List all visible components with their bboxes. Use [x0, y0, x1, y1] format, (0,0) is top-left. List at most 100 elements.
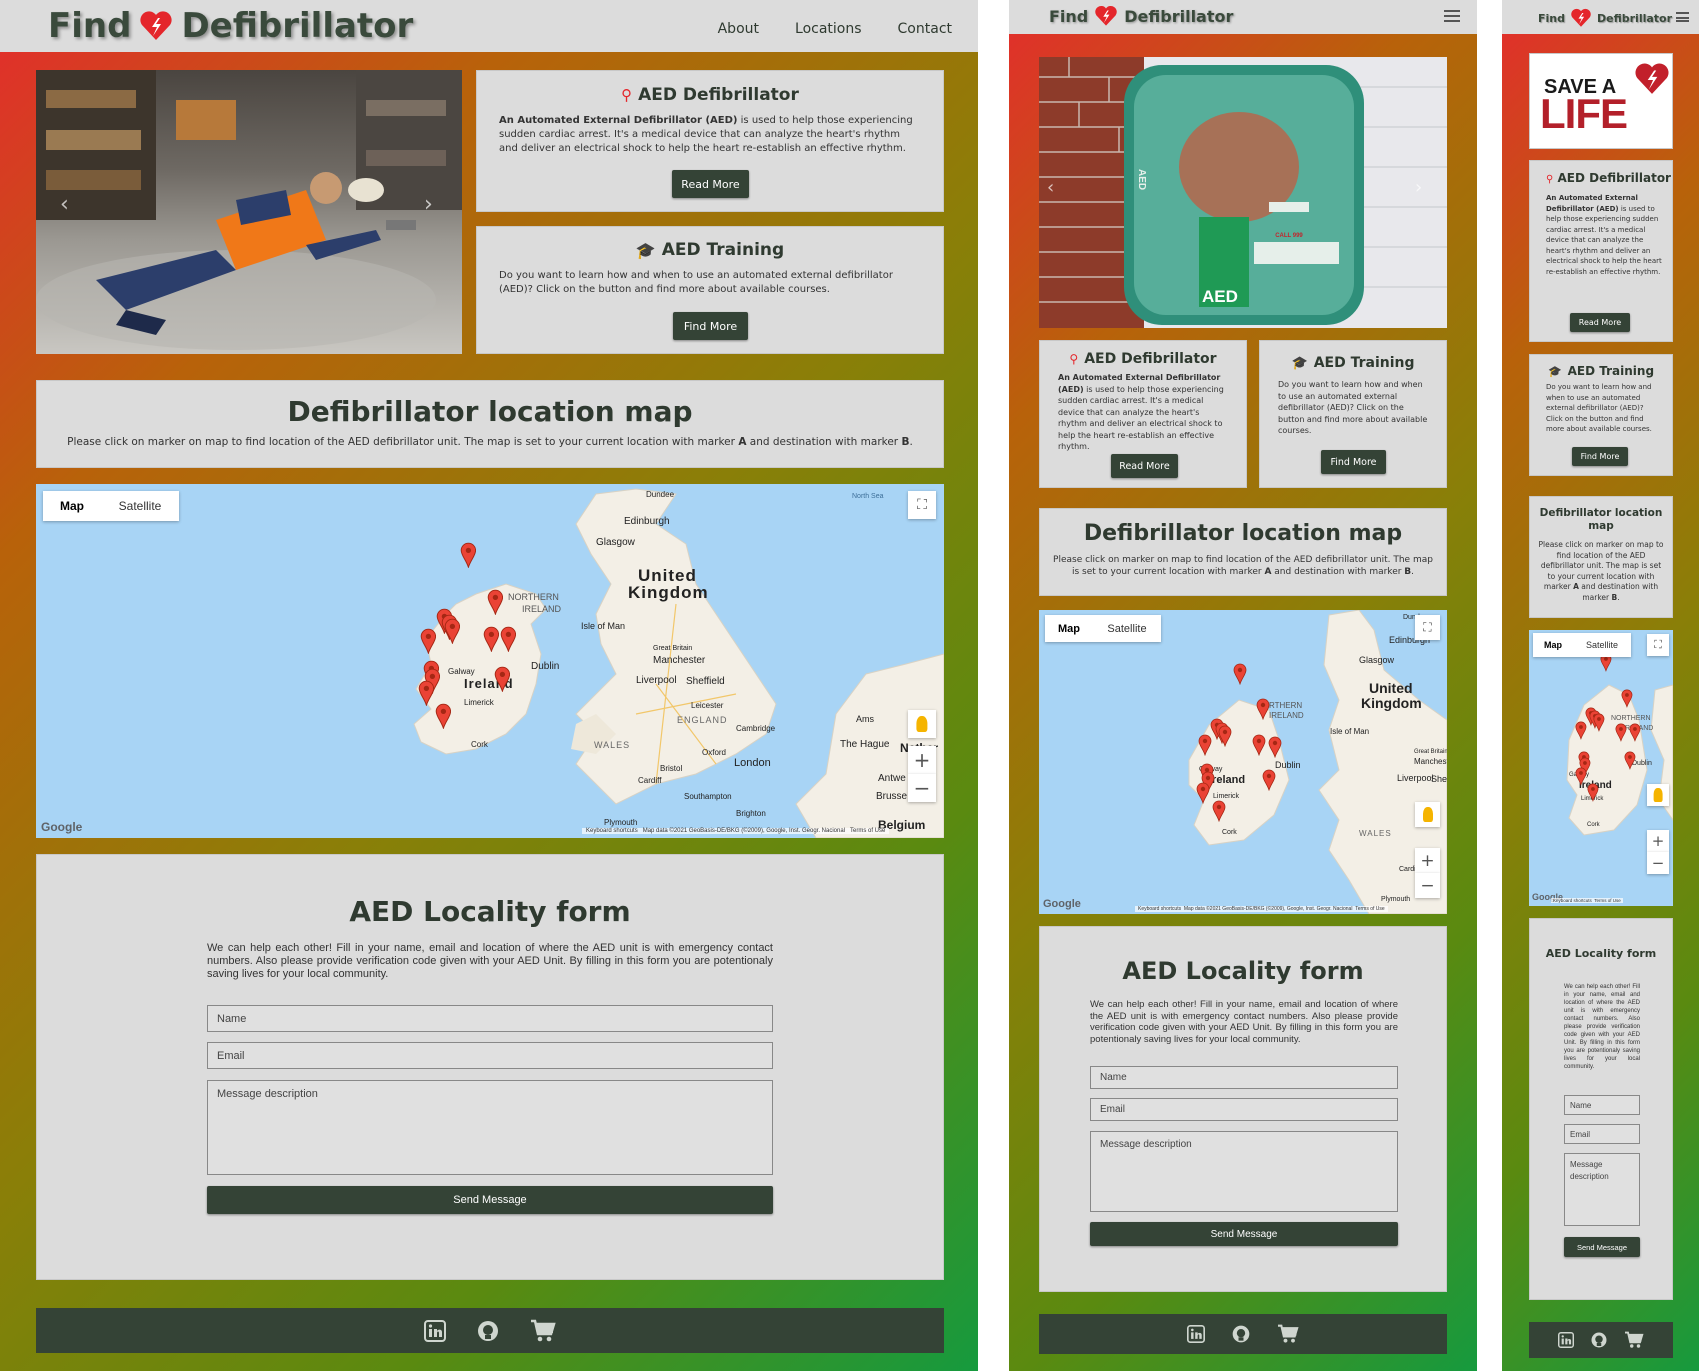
name-input[interactable]: Name: [1090, 1066, 1398, 1089]
linkedin-icon[interactable]: [424, 1319, 446, 1342]
map-type-map-button[interactable]: Map: [43, 491, 101, 521]
map-marker-pin-icon[interactable]: [420, 628, 437, 655]
map-marker-pin-icon[interactable]: [1198, 734, 1212, 757]
fullscreen-icon[interactable]: ⛶: [1647, 634, 1669, 656]
brand-logo[interactable]: Find Defibrillator: [1538, 8, 1672, 28]
message-textarea[interactable]: Message description: [1090, 1131, 1398, 1212]
map-marker-pin-icon[interactable]: [435, 703, 452, 730]
send-message-button[interactable]: Send Message: [1564, 1237, 1640, 1257]
google-map[interactable]: North Sea Dundee Edinburgh Glasgow Unite…: [36, 484, 944, 838]
map-marker-pin-icon[interactable]: [1268, 736, 1282, 759]
zoom-out-button[interactable]: −: [1647, 852, 1669, 874]
keyboard-shortcuts-link[interactable]: Keyboard shortcuts: [1553, 898, 1592, 903]
map-type-satellite-button[interactable]: Satellite: [1573, 633, 1631, 657]
map-marker-pin-icon[interactable]: [1615, 723, 1627, 743]
training-card-text: Do you want to learn how and when to use…: [1546, 383, 1652, 433]
map-marker-pin-icon[interactable]: [1587, 783, 1599, 803]
map-marker-pin-icon[interactable]: [1629, 723, 1641, 743]
map-marker-pin-icon[interactable]: [1218, 725, 1232, 748]
map-marker-pin-icon[interactable]: [494, 666, 511, 693]
map-marker-pin-icon[interactable]: [500, 626, 517, 653]
map-attribution: Keyboard shortcuts Map data ©2021 GeoBas…: [582, 828, 890, 834]
map-marker-pin-icon[interactable]: [483, 626, 500, 653]
email-input[interactable]: Email: [207, 1042, 773, 1069]
map-marker-pin-icon[interactable]: [1252, 734, 1266, 757]
name-input[interactable]: Name: [1564, 1095, 1640, 1115]
email-input[interactable]: Email: [1564, 1124, 1640, 1144]
map-type-satellite-button[interactable]: Satellite: [1093, 615, 1161, 642]
find-more-button[interactable]: Find More: [673, 312, 748, 340]
map-marker-pin-icon[interactable]: [1593, 713, 1605, 733]
terms-link[interactable]: Terms of Use: [1594, 898, 1621, 903]
map-marker-pin-icon[interactable]: [1575, 767, 1587, 787]
read-more-button[interactable]: Read More: [672, 170, 749, 198]
carousel-prev-icon[interactable]: ‹: [1047, 177, 1054, 198]
map-marker-pin-icon[interactable]: [1621, 689, 1633, 709]
map-type-satellite-button[interactable]: Satellite: [101, 491, 179, 521]
terms-link[interactable]: Terms of Use: [850, 828, 885, 834]
shopping-cart-icon[interactable]: [530, 1319, 556, 1343]
map-marker-pin-icon[interactable]: [1233, 663, 1247, 686]
training-card: 🎓 AED Training Do you want to learn how …: [476, 226, 944, 354]
map-marker-pin-icon[interactable]: [1212, 800, 1226, 823]
map-type-map-button[interactable]: Map: [1045, 615, 1093, 642]
map-marker-pin-icon[interactable]: [1262, 769, 1276, 792]
github-icon[interactable]: [476, 1319, 500, 1343]
map-marker-pin-icon[interactable]: [460, 542, 477, 569]
carousel-prev-icon[interactable]: ‹: [60, 192, 69, 217]
fullscreen-icon[interactable]: ⛶: [908, 491, 936, 519]
find-more-button[interactable]: Find More: [1572, 447, 1628, 466]
map-section-text: Please click on marker on map to find lo…: [1053, 555, 1433, 577]
zoom-out-button[interactable]: −: [1415, 873, 1440, 898]
carousel-image-aed-cabinet[interactable]: AED AED CALL 999 ‹ ›: [1039, 57, 1447, 328]
send-message-button[interactable]: Send Message: [207, 1186, 773, 1214]
nav-about[interactable]: About: [718, 21, 759, 37]
google-map[interactable]: Dundee Edinburgh Glasgow United Kingdom …: [1039, 610, 1447, 914]
keyboard-shortcuts-link[interactable]: Keyboard shortcuts: [586, 828, 638, 834]
fullscreen-icon[interactable]: ⛶: [1415, 615, 1440, 640]
shopping-cart-icon[interactable]: [1624, 1331, 1644, 1349]
nav-contact[interactable]: Contact: [898, 21, 952, 37]
shopping-cart-icon[interactable]: [1277, 1324, 1299, 1344]
carousel-next-icon[interactable]: ›: [424, 192, 433, 217]
hamburger-menu-icon[interactable]: [1444, 10, 1460, 22]
name-input[interactable]: Name: [207, 1005, 773, 1032]
nav-locations[interactable]: Locations: [795, 21, 862, 37]
mobile-screen: Find Defibrillator SAVE A LIFE ⚲ AED Def…: [1502, 0, 1699, 1371]
map-marker-pin-icon[interactable]: [1624, 751, 1636, 771]
send-message-button[interactable]: Send Message: [1090, 1222, 1398, 1246]
map-type-map-button[interactable]: Map: [1533, 633, 1573, 657]
message-textarea[interactable]: Message description: [207, 1080, 773, 1175]
carousel-image-worker[interactable]: ‹ ›: [36, 70, 462, 354]
aed-side-label: AED: [1136, 169, 1147, 191]
linkedin-icon[interactable]: [1558, 1332, 1574, 1348]
map-marker-pin-icon[interactable]: [444, 618, 461, 645]
brand-logo[interactable]: Find Defibrillator: [1049, 5, 1233, 27]
street-view-pegman-icon[interactable]: [908, 710, 936, 738]
keyboard-shortcuts-link[interactable]: Keyboard shortcuts: [1138, 906, 1181, 912]
map-marker-pin-icon[interactable]: [1575, 721, 1587, 741]
zoom-out-button[interactable]: −: [908, 774, 936, 802]
map-marker-pin-icon[interactable]: [1196, 782, 1210, 805]
email-input[interactable]: Email: [1090, 1098, 1398, 1121]
map-marker-pin-icon[interactable]: [418, 680, 435, 707]
carousel-next-icon[interactable]: ›: [1415, 177, 1422, 198]
street-view-pegman-icon[interactable]: [1647, 784, 1669, 806]
find-more-button[interactable]: Find More: [1321, 450, 1386, 474]
zoom-in-button[interactable]: +: [1647, 830, 1669, 852]
zoom-in-button[interactable]: +: [1415, 848, 1440, 873]
message-textarea[interactable]: Message description: [1564, 1153, 1640, 1226]
map-marker-pin-icon[interactable]: [1256, 698, 1270, 721]
brand-logo[interactable]: Find Defibrillator: [48, 6, 413, 46]
street-view-pegman-icon[interactable]: [1415, 802, 1440, 827]
terms-link[interactable]: Terms of Use: [1355, 906, 1384, 912]
read-more-button[interactable]: Read More: [1570, 313, 1630, 332]
google-map[interactable]: NORTHERN IRELAND Galway Ireland Dublin L…: [1529, 630, 1673, 906]
read-more-button[interactable]: Read More: [1111, 454, 1178, 478]
github-icon[interactable]: [1590, 1331, 1608, 1349]
github-icon[interactable]: [1231, 1324, 1251, 1344]
hamburger-menu-icon[interactable]: [1676, 12, 1689, 22]
map-marker-pin-icon[interactable]: [487, 589, 504, 616]
zoom-in-button[interactable]: +: [908, 746, 936, 774]
linkedin-icon[interactable]: [1187, 1325, 1205, 1343]
